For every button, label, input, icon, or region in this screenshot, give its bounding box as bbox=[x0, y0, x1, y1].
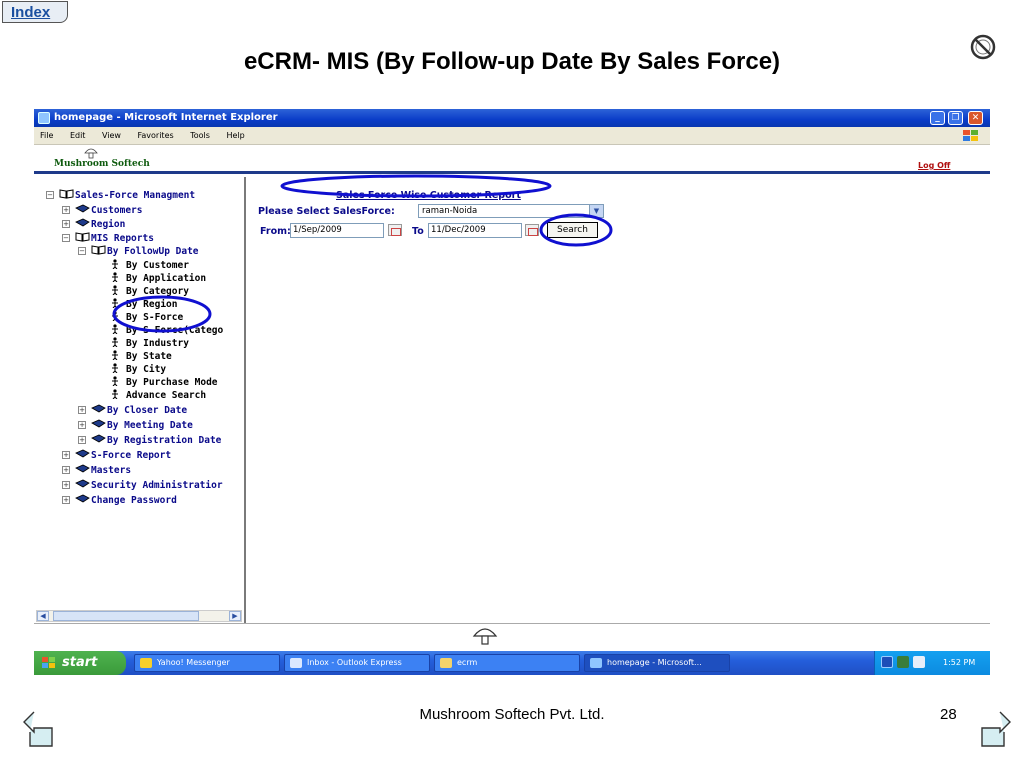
back-arrow-icon[interactable] bbox=[22, 708, 58, 750]
no-entry-icon[interactable] bbox=[969, 33, 997, 61]
page-number: 28 bbox=[940, 706, 957, 723]
highlight-search-button bbox=[539, 213, 613, 247]
slide: Index eCRM- MIS (By Follow-up Date By Sa… bbox=[0, 0, 1024, 768]
slide-title: eCRM- MIS (By Follow-up Date By Sales Fo… bbox=[243, 48, 781, 75]
highlight-by-sforce bbox=[112, 295, 212, 333]
next-arrow-icon[interactable] bbox=[976, 708, 1012, 750]
browser-window: homepage - Microsoft Internet Explorer _… bbox=[34, 109, 990, 675]
footer-company: Mushroom Softech Pvt. Ltd. bbox=[419, 706, 605, 723]
highlight-overlay bbox=[112, 174, 613, 333]
index-link[interactable]: Index bbox=[2, 1, 68, 23]
highlight-report-title bbox=[280, 174, 552, 198]
